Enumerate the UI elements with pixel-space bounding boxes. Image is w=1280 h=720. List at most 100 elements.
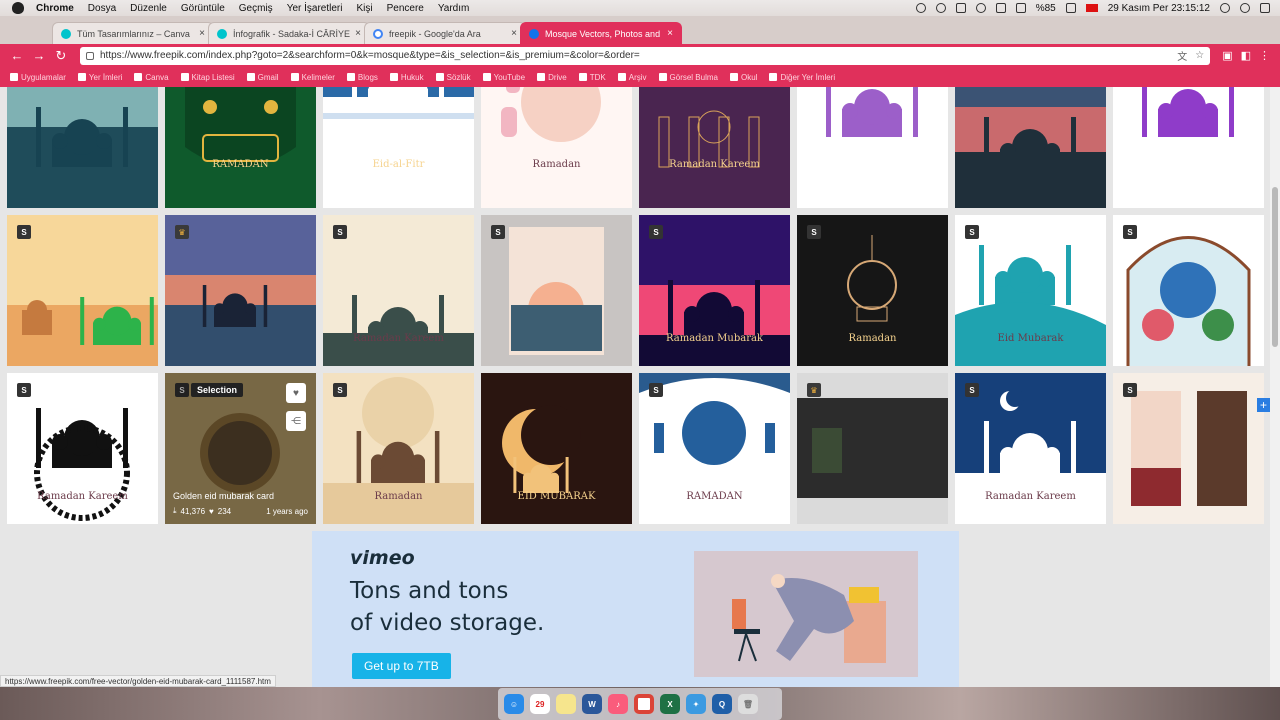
result-card[interactable]: Ramadan S <box>323 373 474 524</box>
excel-icon[interactable]: X <box>660 694 680 714</box>
menu-yardim[interactable]: Yardım <box>438 3 470 14</box>
bookmark-item[interactable]: Yer İmleri <box>77 73 122 82</box>
extension-icon[interactable]: ◧ <box>1241 49 1251 62</box>
result-card[interactable]: Eid Mubarak S <box>955 215 1106 366</box>
menu-app-chrome[interactable]: Chrome <box>36 3 74 14</box>
quicktime-icon[interactable]: Q <box>712 694 732 714</box>
result-card[interactable]: ♛ <box>797 373 948 524</box>
share-button[interactable]: ⋲ <box>286 411 306 431</box>
bookmark-item[interactable]: Uygulamalar <box>10 73 66 82</box>
bookmark-item[interactable]: Okul <box>729 73 757 82</box>
result-card[interactable] <box>797 87 948 208</box>
itunes-icon[interactable]: ♪ <box>608 694 628 714</box>
tab-infografik[interactable]: İnfografik - Sadaka-İ CÂRİYE × <box>208 22 370 44</box>
airplay-icon[interactable] <box>995 3 1006 13</box>
feedback-plus-button[interactable]: + <box>1257 398 1270 412</box>
result-card[interactable]: Ramadan Mubarak S <box>639 215 790 366</box>
vimeo-ad-banner[interactable]: vimeo Tons and tons of video storage. Ge… <box>312 531 959 687</box>
result-card[interactable]: S <box>481 215 632 366</box>
result-card[interactable]: Ramadan Kareem S <box>955 373 1106 524</box>
result-card[interactable]: Ramadan <box>481 87 632 208</box>
result-card[interactable]: Ramadan Kareem <box>639 87 790 208</box>
result-card[interactable]: RAMADAN S <box>639 373 790 524</box>
menu-pencere[interactable]: Pencere <box>387 3 424 14</box>
like-heart-button[interactable]: ♥ <box>286 383 306 403</box>
wifi-icon[interactable] <box>975 3 986 13</box>
chrome-icon[interactable] <box>634 694 654 714</box>
result-card[interactable] <box>955 87 1106 208</box>
notes-icon[interactable] <box>556 694 576 714</box>
result-card[interactable]: ♛ <box>165 215 316 366</box>
bookmark-item[interactable]: Arşiv <box>617 73 647 82</box>
close-tab-icon[interactable]: × <box>667 28 673 39</box>
tab-freepik-active[interactable]: Mosque Vectors, Photos and P × <box>520 22 682 44</box>
record-icon[interactable] <box>915 3 926 13</box>
tab-google-search[interactable]: freepik - Google'da Ara × <box>364 22 526 44</box>
ad-cta-button[interactable]: Get up to 7TB <box>352 653 451 679</box>
close-tab-icon[interactable]: × <box>511 28 517 39</box>
result-card[interactable]: Ramadan Kareem S <box>323 215 474 366</box>
forward-arrow-icon[interactable]: → <box>28 48 50 63</box>
menu-dosya[interactable]: Dosya <box>88 3 116 14</box>
close-tab-icon[interactable]: × <box>199 28 205 39</box>
bookmark-item[interactable]: Diğer Yer İmleri <box>769 73 835 82</box>
reload-icon[interactable]: ↻ <box>50 48 72 64</box>
result-card[interactable]: S <box>7 215 158 366</box>
back-arrow-icon[interactable]: ← <box>6 48 28 63</box>
input-language-flag-icon[interactable] <box>1085 4 1098 12</box>
menu-duzenle[interactable]: Düzenle <box>130 3 167 14</box>
address-bar[interactable]: https://www.freepik.com/index.php?goto=2… <box>80 46 1211 65</box>
bookmark-item[interactable]: Kitap Listesi <box>180 73 235 82</box>
bookmark-item[interactable]: Hukuk <box>389 73 424 82</box>
result-card[interactable] <box>1113 87 1264 208</box>
battery-icon[interactable] <box>1065 3 1076 13</box>
bookmark-item[interactable]: Kelimeler <box>290 72 335 82</box>
result-card[interactable]: RAMADAN <box>165 87 316 208</box>
result-card[interactable] <box>7 87 158 208</box>
result-card[interactable]: S <box>1113 373 1264 524</box>
bookmark-item[interactable]: Sözlük <box>435 73 471 82</box>
translate-icon[interactable]: 文 <box>1177 48 1187 63</box>
tab-title: freepik - Google'da Ara <box>389 28 481 39</box>
extension-icon[interactable]: ▣ <box>1222 49 1232 62</box>
bookmark-item[interactable]: TDK <box>578 73 606 82</box>
menu-goruntule[interactable]: Görüntüle <box>181 3 225 14</box>
chrome-menu-icon[interactable]: ⋮ <box>1259 49 1270 62</box>
bookmark-item[interactable]: Blogs <box>346 73 378 82</box>
scrollbar-thumb[interactable] <box>1272 187 1278 347</box>
bookmark-item[interactable]: Canva <box>134 73 169 82</box>
menu-gecmis[interactable]: Geçmiş <box>239 3 273 14</box>
menu-yer-isaretleri[interactable]: Yer İşaretleri <box>287 3 343 14</box>
apple-logo-icon[interactable] <box>12 2 24 14</box>
word-icon[interactable]: W <box>582 694 602 714</box>
battery-percent[interactable]: %85 <box>1036 3 1056 14</box>
bookmark-item[interactable]: Drive <box>537 73 567 82</box>
bookmark-star-icon[interactable]: ☆ <box>1195 50 1204 61</box>
result-card[interactable]: Ramadan S <box>797 215 948 366</box>
notification-center-icon[interactable] <box>1260 3 1270 13</box>
result-card[interactable]: S Selection ♥ ⋲ Golden eid mubarak card … <box>165 373 316 524</box>
result-card[interactable]: Eid-al-Fitr <box>323 87 474 208</box>
spotlight-search-icon[interactable] <box>1220 3 1230 13</box>
result-card[interactable]: EID MUBARAK <box>481 373 632 524</box>
time-machine-icon[interactable] <box>935 3 946 13</box>
page-scrollbar[interactable] <box>1270 87 1280 687</box>
finder-icon[interactable]: ☺ <box>504 694 524 714</box>
bookmark-item[interactable]: YouTube <box>482 73 525 82</box>
menubar-clock[interactable]: 29 Kasım Per 23:15:12 <box>1108 3 1210 14</box>
bookmark-item[interactable]: Gmail <box>246 73 279 82</box>
safari-icon[interactable]: ✦ <box>686 694 706 714</box>
menu-kisi[interactable]: Kişi <box>356 3 372 14</box>
result-card[interactable]: Ramadan Kareem S <box>7 373 158 524</box>
bookmark-item[interactable]: Görsel Bulma <box>658 73 718 82</box>
calendar-icon[interactable]: 29 <box>530 694 550 714</box>
close-tab-icon[interactable]: × <box>355 28 361 39</box>
volume-icon[interactable] <box>1015 3 1026 13</box>
result-thumbnail <box>323 87 474 208</box>
tab-canva[interactable]: Tüm Tasarımlarınız – Canva × <box>52 22 214 44</box>
bookmark-label: Kelimeler <box>301 72 335 82</box>
siri-icon[interactable] <box>1240 3 1250 13</box>
trash-icon[interactable]: 🗑 <box>738 694 758 714</box>
bluetooth-icon[interactable] <box>955 3 966 13</box>
result-card[interactable]: S <box>1113 215 1264 366</box>
